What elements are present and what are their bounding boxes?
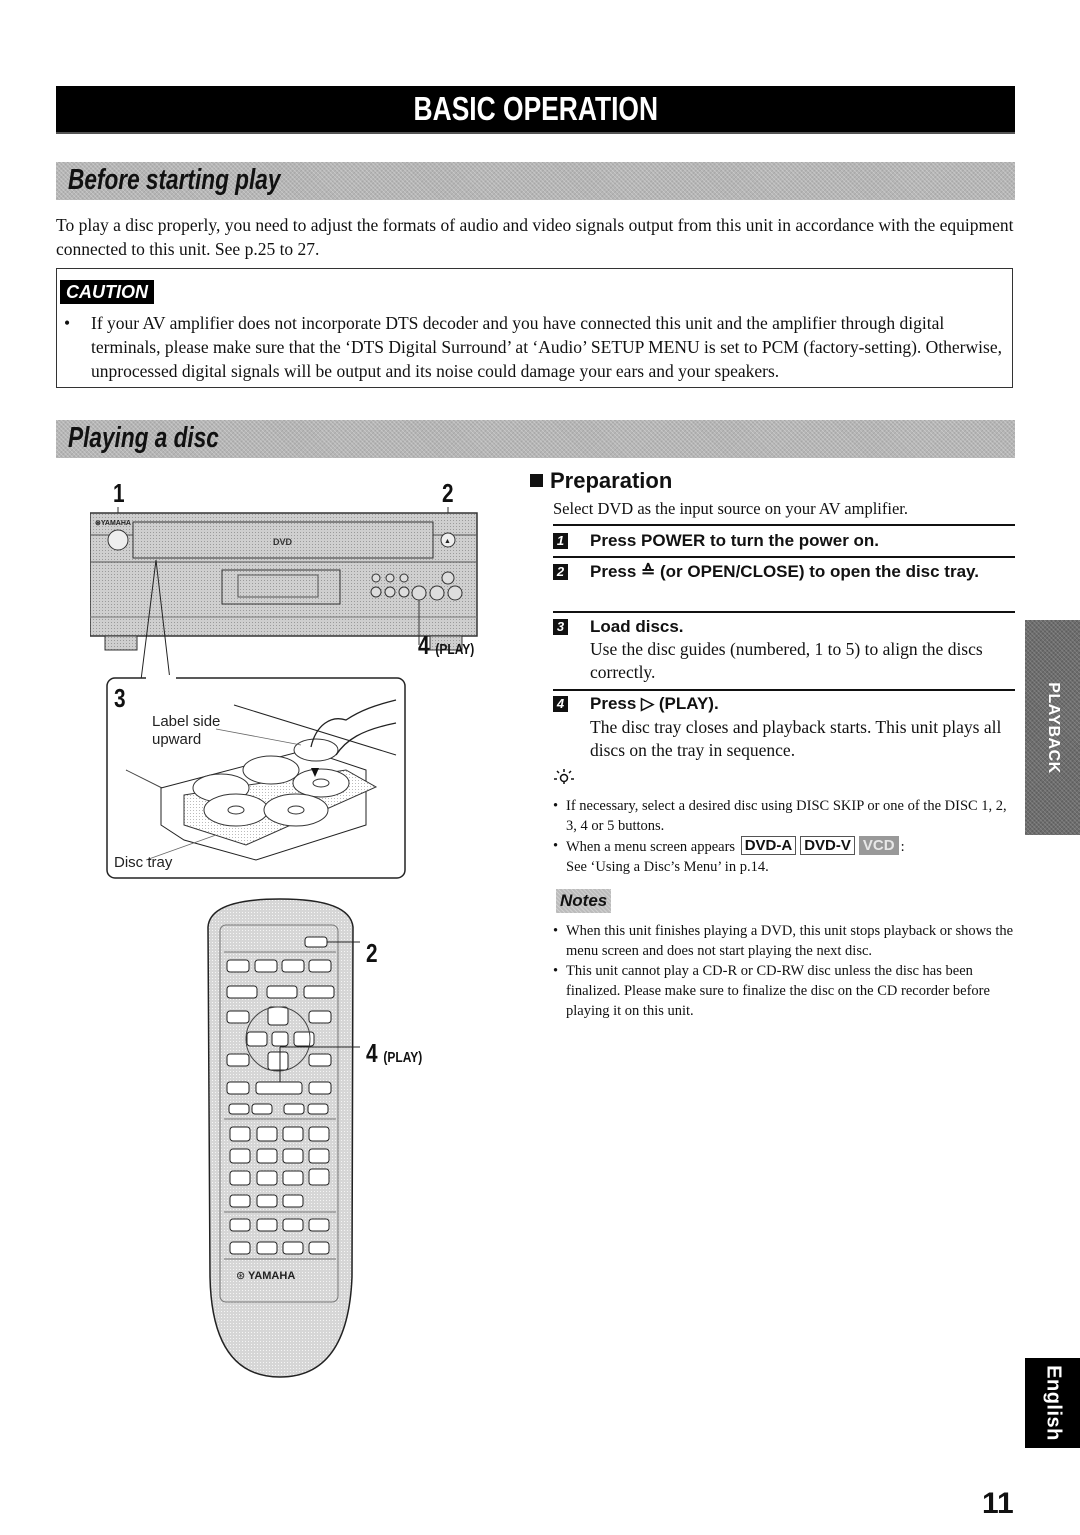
step-1-title: Press POWER to turn the power on. bbox=[590, 531, 880, 550]
step-number-3: 3 bbox=[553, 619, 568, 635]
remote-brand: YAMAHA bbox=[248, 1270, 295, 1282]
badge-dvd-v: DVD-V bbox=[800, 836, 855, 855]
preparation-text: Select DVD as the input source on your A… bbox=[553, 499, 908, 518]
note-item: When this unit finishes playing a DVD, t… bbox=[553, 921, 1015, 961]
step-divider bbox=[553, 556, 1015, 558]
disc-in-hand bbox=[293, 738, 339, 762]
upward-text: upward bbox=[152, 731, 202, 748]
section-title: Before starting play bbox=[68, 164, 281, 196]
remote-play-button bbox=[255, 1081, 303, 1095]
svg-text:▲: ▲ bbox=[444, 537, 451, 545]
badge-vcd: VCD bbox=[858, 836, 899, 855]
step-number-2: 2 bbox=[553, 564, 568, 580]
caution-label: CAUTION bbox=[60, 280, 154, 304]
power-button bbox=[107, 529, 129, 551]
side-tab-playback: PLAYBACK bbox=[1025, 620, 1080, 835]
step-number-4: 4 bbox=[553, 696, 568, 712]
notes-label: Notes bbox=[556, 889, 612, 913]
step-divider bbox=[553, 689, 1015, 691]
remote-callout-2: 2 bbox=[366, 938, 378, 968]
step-3-title: Load discs. bbox=[590, 617, 684, 636]
disc-tray-text: Disc tray bbox=[114, 854, 173, 871]
banner-title: BASIC OPERATION bbox=[413, 90, 658, 127]
bullet: • bbox=[64, 313, 71, 333]
step-number-1: 1 bbox=[553, 533, 568, 549]
svg-text:DVD: DVD bbox=[273, 537, 293, 547]
step-divider bbox=[553, 611, 1015, 613]
intro-paragraph: To play a disc properly, you need to adj… bbox=[56, 215, 1014, 259]
callout-3: 3 bbox=[114, 683, 126, 713]
step-4-title: Press ▷ (PLAY). bbox=[590, 694, 719, 713]
remote-callout-4-play: 4 (PLAY) bbox=[366, 1038, 423, 1068]
step-3-body: Use the disc guides (numbered, 1 to 5) t… bbox=[590, 639, 983, 682]
lightbulb-tip-icon bbox=[554, 769, 574, 784]
section-header-before-starting: Before starting play bbox=[56, 162, 1015, 200]
tip-item: When a menu screen appears DVD-ADVD-VVCD… bbox=[553, 836, 1015, 877]
step-4-body: The disc tray closes and playback starts… bbox=[590, 717, 1002, 760]
page-number: 11 bbox=[982, 1487, 1014, 1520]
section-header-playing-disc: Playing a disc bbox=[56, 420, 1015, 458]
step-divider bbox=[553, 524, 1015, 526]
tip-item: If necessary, select a desired disc usin… bbox=[553, 796, 1015, 836]
section-title: Playing a disc bbox=[68, 422, 219, 454]
callout-4-play: 4 (PLAY) bbox=[418, 630, 475, 660]
notes-list: When this unit finishes playing a DVD, t… bbox=[553, 921, 1015, 1021]
tips-list: If necessary, select a desired disc usin… bbox=[553, 796, 1015, 877]
play-button bbox=[411, 585, 427, 601]
caution-text: • If your AV amplifier does not incorpor… bbox=[64, 311, 1004, 383]
step-2-title: Press ≙ (or OPEN/CLOSE) to open the disc… bbox=[590, 562, 979, 581]
remote-control-illustration: YAMAHA ⊛ bbox=[207, 898, 360, 1378]
page-banner: BASIC OPERATION bbox=[56, 86, 1015, 134]
caution-body: If your AV amplifier does not incorporat… bbox=[91, 313, 1002, 381]
remote-open-close-button bbox=[304, 936, 328, 948]
svg-text:⊛YAMAHA: ⊛YAMAHA bbox=[95, 520, 131, 527]
note-item: This unit cannot play a CD-R or CD-RW di… bbox=[553, 961, 1015, 1021]
preparation-heading: Preparation bbox=[530, 468, 672, 494]
label-side-text: Label side bbox=[152, 713, 221, 730]
badge-dvd-a: DVD-A bbox=[740, 836, 797, 855]
svg-text:⊛: ⊛ bbox=[236, 1270, 245, 1282]
disc-tray-illustration bbox=[106, 675, 406, 879]
side-tab-english: English bbox=[1025, 1358, 1080, 1448]
square-bullet-icon bbox=[530, 474, 543, 487]
